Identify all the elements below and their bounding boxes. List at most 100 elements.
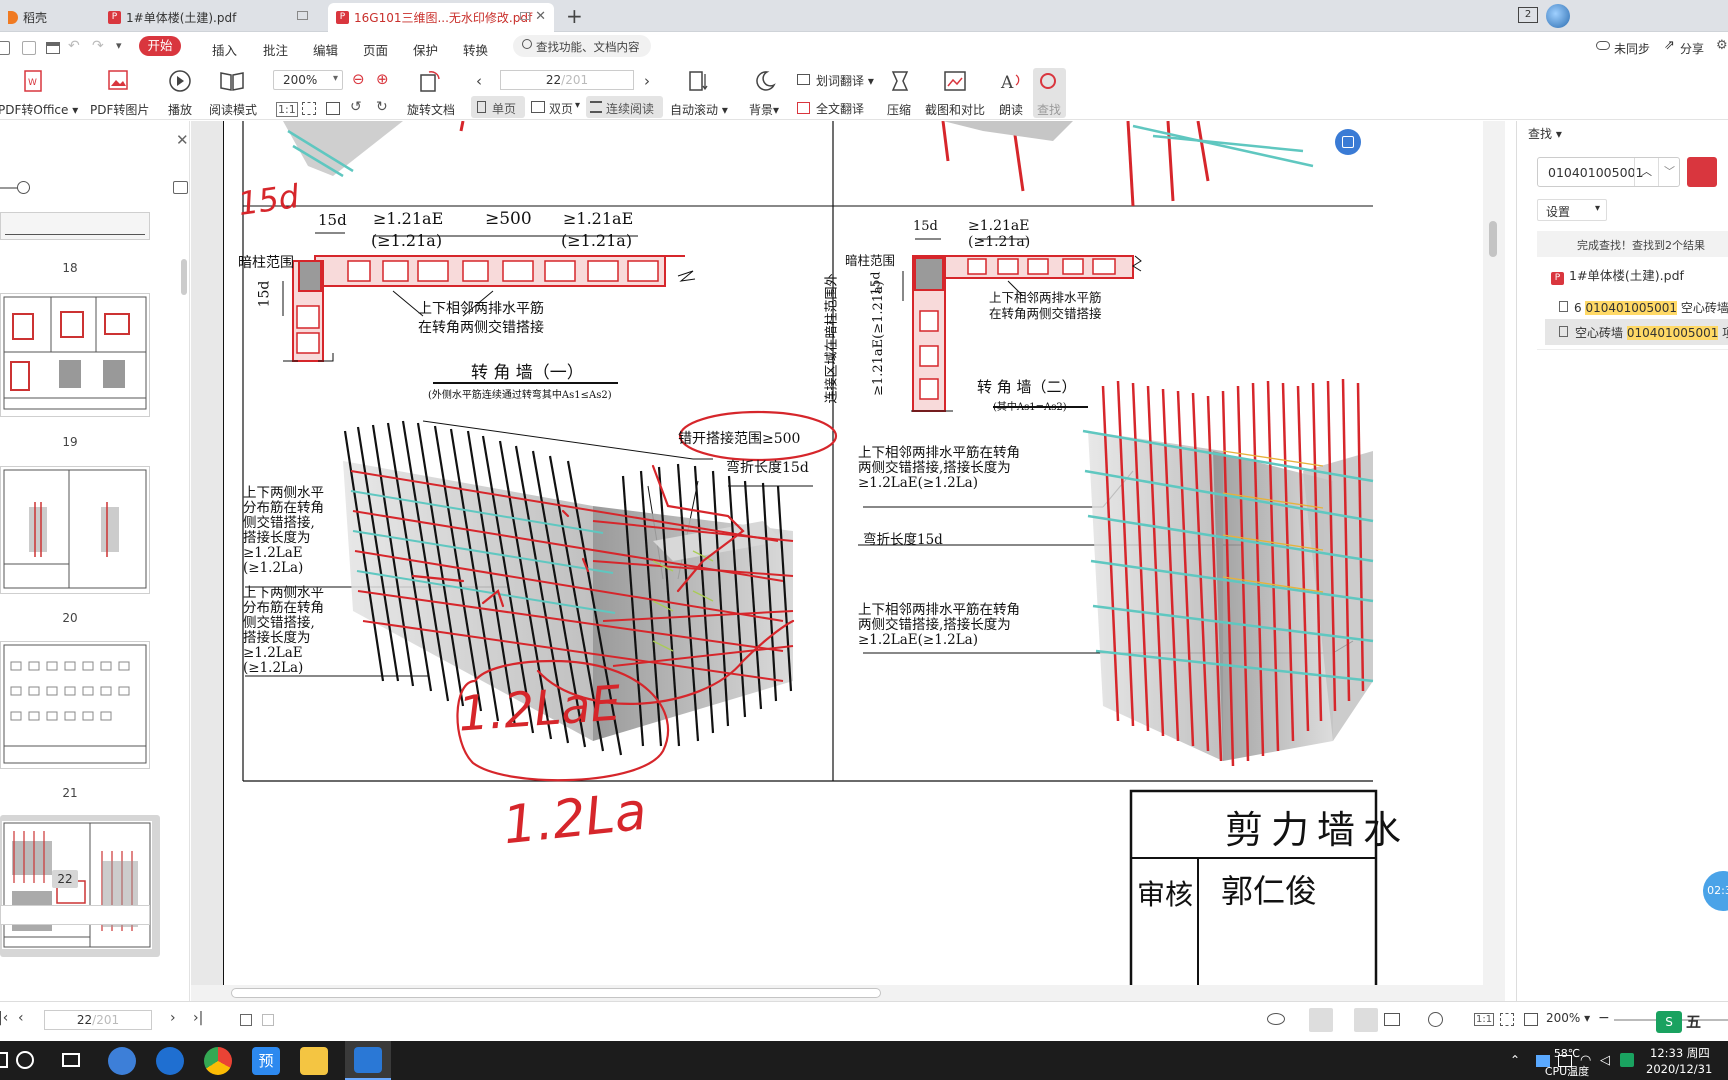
menu-annotate[interactable]: 批注 bbox=[263, 40, 288, 59]
auto-scroll-button[interactable]: 自动滚动 ▾ bbox=[670, 101, 728, 118]
rotate-document-button[interactable]: 旋转文档 bbox=[407, 101, 455, 118]
rotate-right-icon[interactable]: ↻ bbox=[376, 99, 388, 115]
app-icon-sogou-browser[interactable] bbox=[108, 1047, 136, 1075]
prev-page-icon[interactable]: ‹ bbox=[18, 1010, 24, 1026]
status-zoom-select[interactable]: 200% ▾ bbox=[1546, 1011, 1590, 1025]
horizontal-scrollbar-thumb[interactable] bbox=[231, 988, 881, 998]
app-icon-chrome[interactable] bbox=[204, 1047, 232, 1075]
enter-icon[interactable] bbox=[262, 1014, 274, 1026]
settings-gear-icon[interactable]: ⚙ bbox=[1716, 38, 1728, 53]
tab-docer[interactable]: 稻壳 bbox=[0, 3, 96, 32]
status-page-input[interactable]: 22/201 bbox=[44, 1010, 152, 1030]
menu-protect[interactable]: 保护 bbox=[413, 40, 438, 59]
app-icon-ie[interactable] bbox=[156, 1047, 184, 1075]
thumbnail-page-19[interactable] bbox=[0, 293, 150, 417]
play-icon[interactable] bbox=[1428, 1012, 1443, 1027]
print-icon[interactable] bbox=[46, 42, 60, 54]
pdf-to-image-button[interactable]: PDF转图片 bbox=[90, 101, 149, 118]
screenshot-compare-button[interactable]: 截图和对比 bbox=[925, 101, 985, 118]
thumbnail-page-21[interactable] bbox=[0, 641, 150, 769]
clock-date[interactable]: 2020/12/31 bbox=[1646, 1062, 1712, 1076]
redo-icon[interactable]: ↷ bbox=[92, 38, 104, 54]
share-button[interactable]: 分享 bbox=[1680, 40, 1704, 57]
find-submit-button[interactable] bbox=[1687, 157, 1717, 187]
find-panel-title[interactable]: 查找 ▾ bbox=[1528, 125, 1562, 142]
close-panel-icon[interactable]: ✕ bbox=[176, 131, 189, 149]
thumbnail-scrollbar[interactable] bbox=[181, 259, 187, 295]
find-settings-select[interactable]: 设置 ▾ bbox=[1537, 199, 1607, 221]
search-icon[interactable] bbox=[16, 1051, 34, 1069]
single-page-button[interactable]: 单页 bbox=[471, 96, 525, 118]
tray-wifi-icon[interactable]: ◠ bbox=[1580, 1053, 1591, 1068]
full-translate-button[interactable]: 全文翻译 bbox=[816, 100, 864, 117]
page-number-input[interactable]: 22/201 bbox=[500, 70, 634, 90]
tray-network-icon[interactable] bbox=[1536, 1055, 1550, 1067]
menu-insert[interactable]: 插入 bbox=[212, 40, 237, 59]
find-next-icon[interactable]: ﹀ bbox=[1658, 158, 1680, 186]
sync-status[interactable]: 未同步 bbox=[1614, 40, 1650, 57]
next-page-icon[interactable]: › bbox=[170, 1010, 176, 1026]
find-input[interactable]: 010401005001 ︿ ﹀ bbox=[1537, 157, 1680, 187]
ime-mode-label[interactable]: 五 bbox=[1686, 1011, 1701, 1032]
read-aloud-button[interactable]: 朗读 bbox=[999, 101, 1023, 118]
first-page-icon[interactable]: |‹ bbox=[0, 1010, 8, 1026]
thumbnail-page-22-selected[interactable] bbox=[0, 815, 160, 957]
zoom-out-icon[interactable]: − bbox=[1598, 1010, 1610, 1026]
taskbar-active-app[interactable] bbox=[345, 1041, 391, 1080]
fit-width-icon[interactable] bbox=[1524, 1013, 1538, 1026]
double-view-icon[interactable] bbox=[1384, 1013, 1400, 1026]
task-view-icon[interactable] bbox=[62, 1053, 80, 1067]
tray-chevron-icon[interactable]: ⌃ bbox=[1510, 1053, 1520, 1067]
clock-time[interactable]: 12:33 周四 bbox=[1650, 1045, 1710, 1061]
thumbnail-page-18[interactable] bbox=[0, 212, 150, 240]
new-tab-button[interactable]: + bbox=[566, 4, 583, 28]
thumbnail-page-20[interactable] bbox=[0, 466, 150, 594]
close-tab-icon[interactable]: ✕ bbox=[535, 9, 546, 24]
fit-width-icon[interactable] bbox=[326, 102, 340, 115]
find-result-item-selected[interactable]: 空心砖墙 010401005001 项 bbox=[1545, 319, 1728, 345]
vertical-scrollbar-thumb[interactable] bbox=[1489, 221, 1497, 257]
save-icon[interactable] bbox=[22, 41, 36, 55]
fit-page-icon[interactable] bbox=[302, 102, 316, 115]
app-icon-preview[interactable]: 预 bbox=[252, 1047, 280, 1075]
customize-chevron-icon[interactable]: ▾ bbox=[116, 39, 122, 52]
word-translate-button[interactable]: 划词翻译 ▾ bbox=[816, 72, 874, 89]
thumbnail-page-23[interactable] bbox=[0, 905, 150, 925]
actual-size-icon[interactable]: 1:1 bbox=[276, 102, 298, 117]
image-icon[interactable] bbox=[173, 181, 188, 194]
eye-protection-icon[interactable] bbox=[1267, 1013, 1285, 1025]
tab-document-2[interactable]: P 16G101三维图...无水印修改.pdf ✕ bbox=[328, 3, 554, 32]
actual-size-icon[interactable]: 1:1 bbox=[1474, 1013, 1495, 1026]
window-counter[interactable]: 2 bbox=[1518, 7, 1538, 23]
last-page-icon[interactable]: ›| bbox=[193, 1010, 203, 1026]
sogou-ime-icon[interactable]: S bbox=[1656, 1011, 1682, 1033]
menu-start[interactable]: 开始 bbox=[139, 36, 181, 56]
zoom-out-icon[interactable]: ⊖ bbox=[352, 70, 365, 88]
horizontal-scrollbar[interactable] bbox=[191, 985, 1483, 1001]
tray-ime-icon[interactable] bbox=[1620, 1053, 1634, 1067]
continuous-read-button[interactable]: 连续阅读 bbox=[586, 96, 663, 118]
tab-document-1[interactable]: P 1#单体楼(土建).pdf bbox=[100, 3, 326, 32]
folder-icon[interactable] bbox=[0, 41, 10, 55]
vertical-scrollbar[interactable] bbox=[1483, 121, 1505, 1001]
function-search[interactable]: 查找功能、文档内容 bbox=[513, 35, 651, 57]
find-prev-icon[interactable]: ︿ bbox=[1634, 158, 1658, 186]
rotate-left-icon[interactable]: ↺ bbox=[350, 99, 362, 115]
app-icon-file-explorer[interactable] bbox=[300, 1047, 328, 1075]
floating-tool-button[interactable] bbox=[1335, 129, 1361, 155]
double-page-button[interactable]: 双页 ▾ bbox=[529, 96, 585, 118]
single-view-icon[interactable] bbox=[1354, 1008, 1378, 1032]
read-mode-button[interactable]: 阅读模式 bbox=[209, 101, 257, 118]
menu-page[interactable]: 页面 bbox=[363, 40, 388, 59]
exit-icon[interactable] bbox=[240, 1014, 252, 1026]
continuous-view-icon[interactable] bbox=[1309, 1008, 1333, 1032]
floating-timer-badge[interactable]: 02:36 bbox=[1703, 871, 1728, 911]
background-button[interactable]: 背景▾ bbox=[749, 101, 779, 118]
avatar[interactable] bbox=[1546, 4, 1570, 28]
next-page-icon[interactable]: › bbox=[644, 72, 650, 90]
compress-button[interactable]: 压缩 bbox=[887, 101, 911, 118]
zoom-in-icon[interactable]: ⊕ bbox=[376, 70, 389, 88]
prev-page-icon[interactable]: ‹ bbox=[476, 72, 482, 90]
fit-page-icon[interactable] bbox=[1500, 1013, 1514, 1026]
thumb-size-slider-handle[interactable] bbox=[17, 181, 30, 194]
